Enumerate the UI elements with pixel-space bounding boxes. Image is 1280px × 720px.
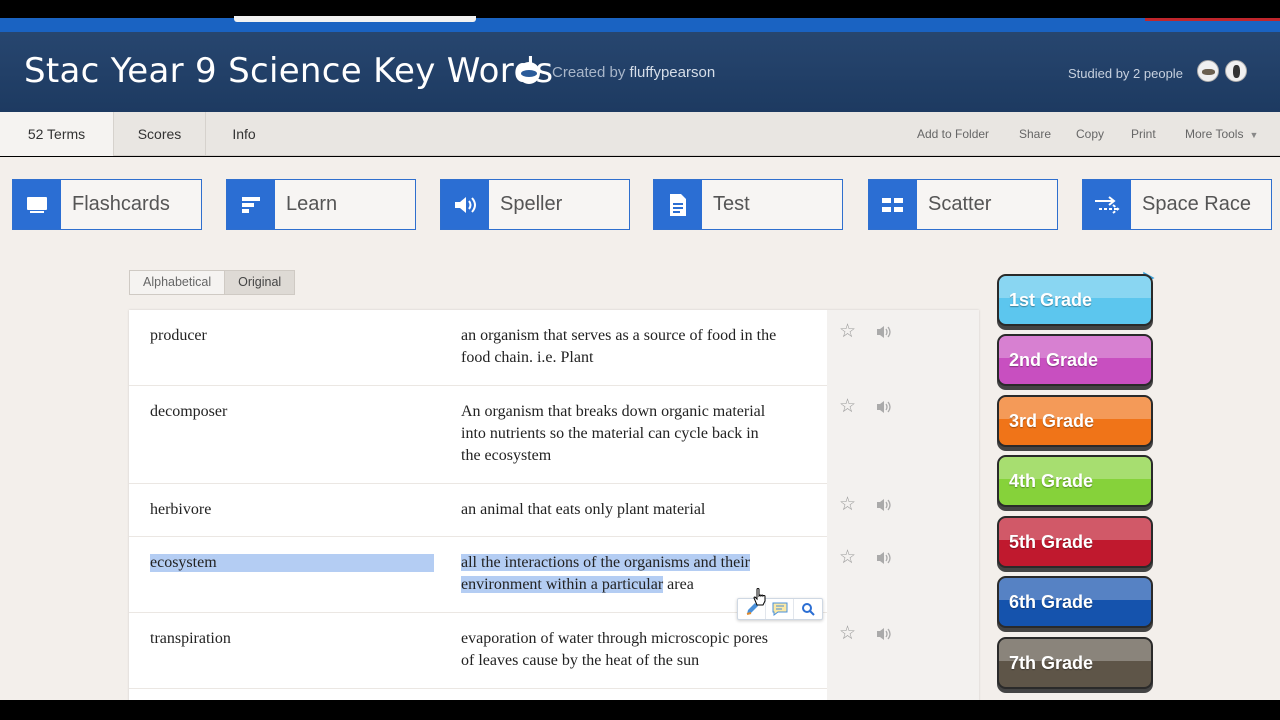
ad-grade-button[interactable]: 5th Grade: [997, 516, 1153, 568]
speaker-icon[interactable]: [875, 399, 893, 415]
ad-grade-label: 6th Grade: [1009, 592, 1094, 612]
mode-label: Scatter: [928, 193, 992, 215]
more-tools-label: More Tools: [1185, 127, 1244, 141]
learn-icon: [227, 180, 275, 229]
tab-info[interactable]: Info: [206, 112, 282, 156]
unselected-text: area: [663, 576, 694, 593]
creator-avatar[interactable]: [518, 62, 540, 84]
speaker-icon[interactable]: [875, 497, 893, 513]
comment-icon[interactable]: [766, 599, 794, 619]
address-bar-fragment[interactable]: [234, 16, 476, 22]
ad-grade-label: 5th Grade: [1009, 532, 1094, 552]
mode-label: Flashcards: [72, 193, 170, 215]
speaker-icon[interactable]: [875, 626, 893, 642]
more-tools-button[interactable]: More Tools ▼: [1185, 112, 1258, 156]
definition-text: an animal that eats only plant material: [461, 501, 706, 518]
arrows-icon: [1083, 180, 1131, 229]
speaker-icon: [441, 180, 489, 229]
mode-label: Space Race: [1142, 193, 1251, 215]
caret-down-icon: ▼: [1249, 130, 1259, 140]
term-row: herbivore an animal that eats only plant…: [129, 484, 827, 537]
magnifier-icon[interactable]: [794, 599, 822, 619]
mode-speller-button[interactable]: Speller: [440, 179, 630, 230]
add-to-folder-button[interactable]: Add to Folder: [917, 112, 989, 156]
hand-cursor-icon: [753, 588, 766, 606]
share-button[interactable]: Share: [1019, 112, 1051, 156]
tab-scores[interactable]: Scores: [114, 112, 206, 156]
ad-grade-button[interactable]: 7th Grade: [997, 637, 1153, 689]
studier-avatar[interactable]: [1225, 60, 1247, 82]
ad-grade-button[interactable]: 4th Grade: [997, 455, 1153, 507]
term-row: decomposer An organism that breaks down …: [129, 386, 827, 484]
term-text: herbivore: [150, 501, 212, 518]
mode-learn-button[interactable]: Learn: [226, 179, 416, 230]
speaker-icon[interactable]: [875, 550, 893, 566]
term-text: decomposer: [150, 403, 228, 420]
set-tab-bar: 52 Terms Scores Info Add to Folder Share…: [0, 112, 1280, 156]
definition-text: evaporation of water through microscopic…: [461, 630, 769, 669]
star-icon[interactable]: ☆: [839, 546, 856, 569]
screen-bottom-bar: [0, 700, 1280, 720]
browser-window: Stac Year 9 Science Key Words Created by…: [0, 0, 1280, 720]
document-icon: [654, 180, 702, 229]
tab-terms[interactable]: 52 Terms: [0, 112, 114, 156]
set-header: Stac Year 9 Science Key Words Created by…: [0, 32, 1280, 112]
sort-alphabetical-button[interactable]: Alphabetical: [130, 271, 224, 294]
definition-text: an organism that serves as a source of f…: [461, 327, 777, 366]
speaker-icon[interactable]: [875, 324, 893, 340]
studier-avatar[interactable]: [1197, 60, 1219, 82]
studied-by-text: Studied by 2 people: [1068, 66, 1183, 81]
cards-icon: [13, 180, 61, 229]
definition-text: An organism that breaks down organic mat…: [461, 403, 766, 464]
created-by-text: Created by fluffypearson: [552, 64, 715, 81]
mode-flashcards-button[interactable]: Flashcards: [12, 179, 202, 230]
browser-top-bar: [0, 0, 1280, 32]
ad-grade-label: 3rd Grade: [1009, 411, 1095, 431]
window-accent-line: [1145, 18, 1280, 21]
ad-grade-button[interactable]: 1st Grade: [997, 274, 1153, 326]
star-icon[interactable]: ☆: [839, 320, 856, 343]
creator-link[interactable]: fluffypearson: [630, 64, 716, 81]
ad-grade-label: 1st Grade: [1009, 290, 1093, 310]
page-title: Stac Year 9 Science Key Words: [24, 51, 554, 91]
mode-label: Test: [713, 193, 750, 215]
sort-toggle: Alphabetical Original: [129, 270, 296, 295]
term-row: ecosystem all the interactions of the or…: [129, 537, 827, 613]
ad-grade-button[interactable]: 3rd Grade: [997, 395, 1153, 447]
scatter-icon: [869, 180, 917, 229]
sort-original-button[interactable]: Original: [224, 271, 295, 294]
ad-grade-label: 4th Grade: [1009, 471, 1094, 491]
mode-scatter-button[interactable]: Scatter: [868, 179, 1058, 230]
mode-label: Speller: [500, 193, 563, 215]
mode-label: Learn: [286, 193, 338, 215]
created-by-label: Created by: [552, 64, 626, 81]
star-icon[interactable]: ☆: [839, 395, 856, 418]
ad-grade-button[interactable]: 2nd Grade: [997, 334, 1153, 386]
mode-space-race-button[interactable]: Space Race: [1082, 179, 1272, 230]
ad-grade-label: 7th Grade: [1009, 653, 1094, 673]
print-button[interactable]: Print: [1131, 112, 1156, 156]
definition-text: all the interactions of the organisms an…: [461, 552, 781, 596]
browser-tab-strip: [0, 18, 1280, 32]
term-text: transpiration: [150, 630, 231, 647]
terms-list: producer an organism that serves as a so…: [129, 310, 979, 710]
ad-grade-button[interactable]: 6th Grade: [997, 576, 1153, 628]
copy-button[interactable]: Copy: [1076, 112, 1104, 156]
star-icon[interactable]: ☆: [839, 622, 856, 645]
term-text: ecosystem: [150, 554, 434, 572]
term-row: producer an organism that serves as a so…: [129, 310, 827, 386]
ad-grade-label: 2nd Grade: [1009, 350, 1099, 370]
term-text: producer: [150, 327, 207, 344]
mode-test-button[interactable]: Test: [653, 179, 843, 230]
term-row: transpiration evaporation of water throu…: [129, 613, 827, 689]
selected-text: all the interactions of the organisms an…: [461, 554, 750, 593]
selection-toolbar: [737, 598, 823, 620]
star-icon[interactable]: ☆: [839, 493, 856, 516]
